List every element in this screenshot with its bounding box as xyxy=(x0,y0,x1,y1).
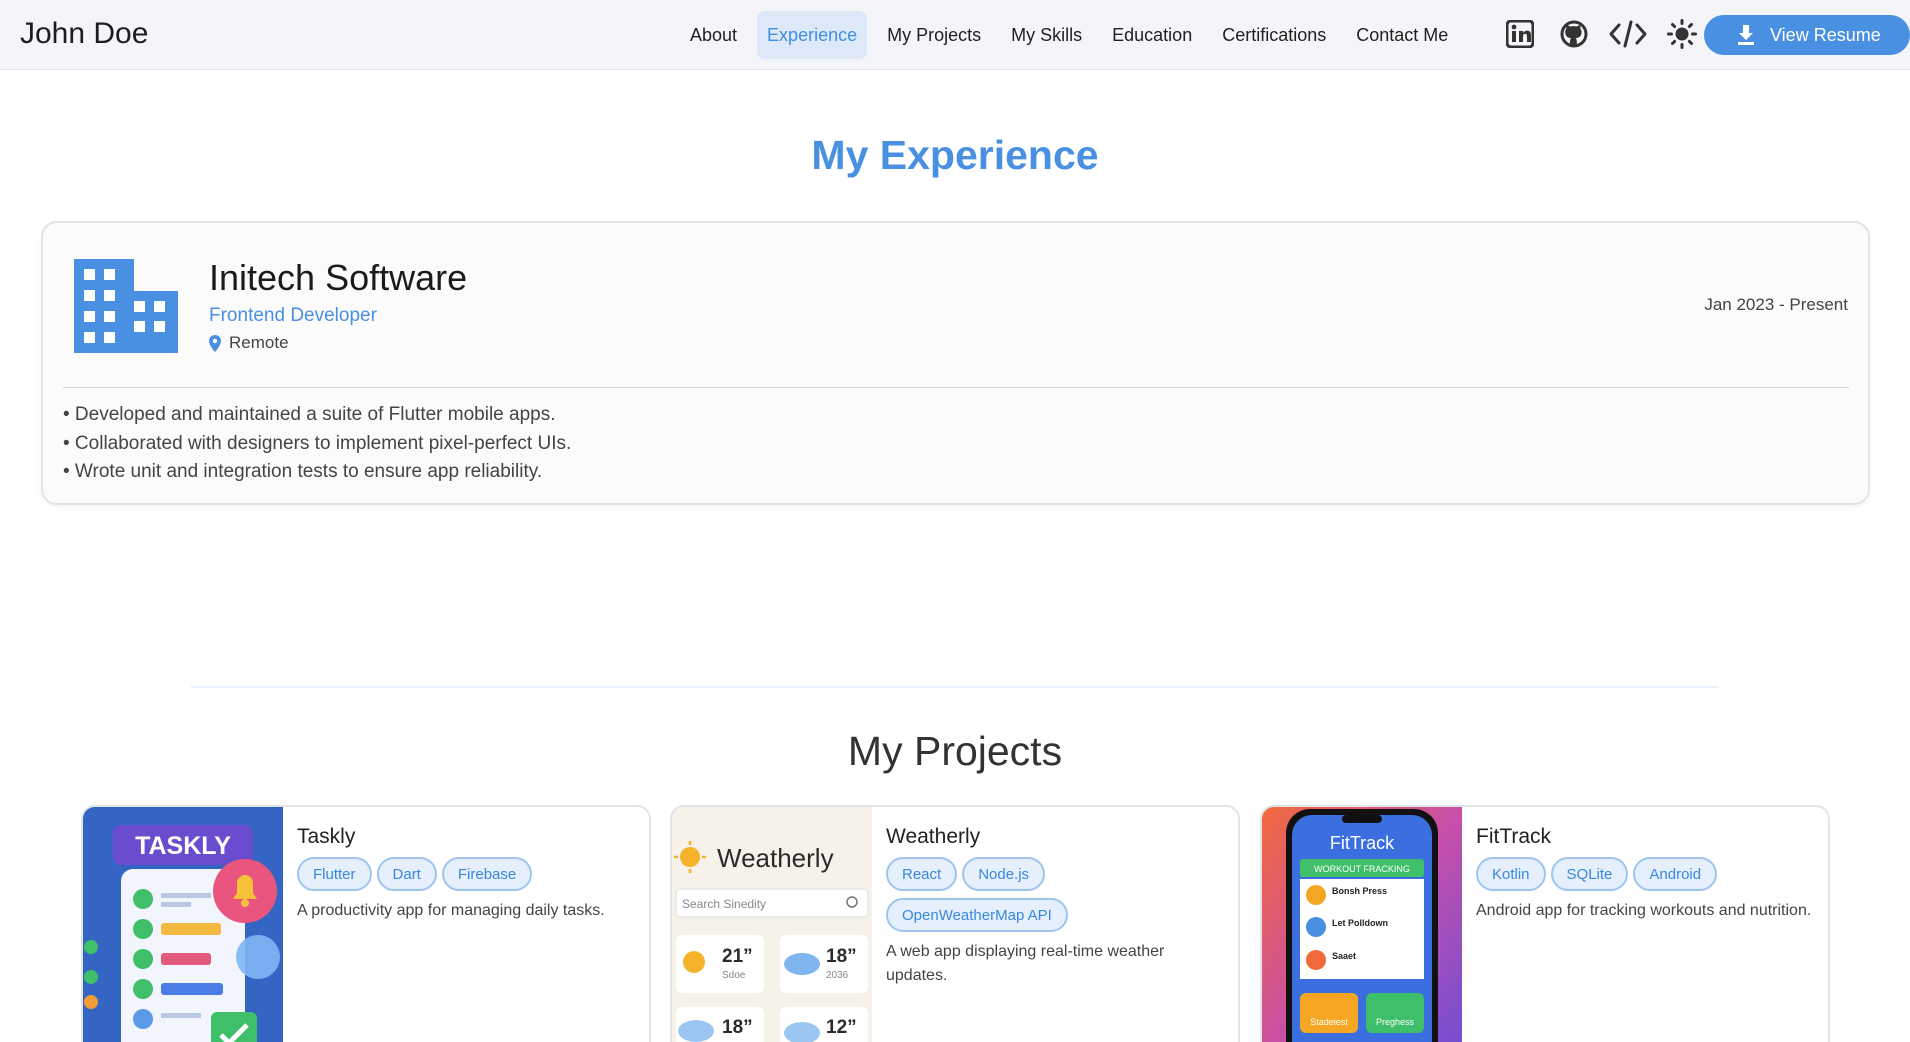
weatherly-thumb-sub: Sdoe xyxy=(722,970,746,981)
tag-android[interactable]: Android xyxy=(1633,857,1718,891)
project-description: A web app displaying real-time weather u… xyxy=(886,943,1165,984)
fittrack-thumb-title: FitTrack xyxy=(1330,833,1395,853)
taskly-thumbnail: TASKLY xyxy=(83,807,283,1042)
fittrack-thumbnail: FitTrack WORKOUT FRACKING Bonsh Press Le… xyxy=(1262,807,1462,1042)
tag-openweathermap-api[interactable]: OpenWeatherMap API xyxy=(886,898,1068,932)
project-card-weatherly[interactable]: Weatherly Search Sinedity 21” Sdoe 18” 2… xyxy=(670,805,1240,1042)
tag-list: Kotlin SQLite Android xyxy=(1476,857,1816,898)
nav-item-my-projects[interactable]: My Projects xyxy=(877,11,991,59)
experience-section-title: My Experience xyxy=(811,132,1099,178)
project-name: Weatherly xyxy=(886,825,981,848)
weatherly-thumb-sub: 2036 xyxy=(826,970,849,981)
job-dates: Jan 2023 - Present xyxy=(1704,295,1848,314)
download-icon xyxy=(1738,25,1754,45)
tag-list: Flutter Dart Firebase xyxy=(297,857,637,898)
sun-icon[interactable] xyxy=(1662,14,1702,54)
bullet-item: • Wrote unit and integration tests to en… xyxy=(63,461,543,482)
location-text: Remote xyxy=(229,333,289,352)
fittrack-thumb-row: Bonsh Press xyxy=(1332,886,1387,896)
tag-react[interactable]: React xyxy=(886,857,958,891)
tag-firebase[interactable]: Firebase xyxy=(441,857,533,891)
nav-menu: About Experience My Projects My Skills E… xyxy=(680,10,1468,60)
taskly-thumb-title: TASKLY xyxy=(135,832,231,860)
linkedin-icon[interactable] xyxy=(1500,14,1540,54)
projects-section-title: My Projects xyxy=(847,728,1063,774)
weatherly-thumbnail: Weatherly Search Sinedity 21” Sdoe 18” 2… xyxy=(672,807,872,1042)
fittrack-thumb-row: Saaet xyxy=(1332,951,1356,961)
bullet-item: • Developed and maintained a suite of Fl… xyxy=(63,404,556,425)
job-location: Remote xyxy=(209,333,289,353)
project-name: FitTrack xyxy=(1476,825,1552,848)
job-role: Frontend Developer xyxy=(209,305,377,326)
company-name: Initech Software xyxy=(209,257,468,298)
nav-item-education[interactable]: Education xyxy=(1102,11,1202,59)
project-name: Taskly xyxy=(297,825,356,848)
nav-item-contact-me[interactable]: Contact Me xyxy=(1346,11,1458,59)
building-icon xyxy=(74,259,178,358)
nav-item-about[interactable]: About xyxy=(680,11,747,59)
divider xyxy=(63,387,1849,388)
nav-icon-group xyxy=(1500,14,1716,54)
tag-kotlin[interactable]: Kotlin xyxy=(1476,857,1546,891)
fittrack-thumb-row: Let Polldown xyxy=(1332,918,1388,928)
nav-item-certifications[interactable]: Certifications xyxy=(1212,11,1336,59)
weatherly-thumb-temp: 21” xyxy=(722,946,753,967)
tag-dart[interactable]: Dart xyxy=(376,857,437,891)
tag-flutter[interactable]: Flutter xyxy=(297,857,372,891)
nav-item-my-skills[interactable]: My Skills xyxy=(1001,11,1092,59)
experience-bullets: • Developed and maintained a suite of Fl… xyxy=(63,401,571,487)
code-icon[interactable] xyxy=(1608,14,1648,54)
fittrack-thumb-button: Stadeiest xyxy=(1310,1017,1348,1027)
tag-nodejs[interactable]: Node.js xyxy=(962,857,1046,891)
project-card-fittrack[interactable]: FitTrack WORKOUT FRACKING Bonsh Press Le… xyxy=(1260,805,1830,1042)
view-resume-label: View Resume xyxy=(1770,24,1881,45)
view-resume-button[interactable]: View Resume xyxy=(1704,15,1910,55)
experience-card: Initech Software Frontend Developer Remo… xyxy=(41,221,1870,505)
weatherly-thumb-temp: 12” xyxy=(826,1017,857,1038)
brand-name[interactable]: John Doe xyxy=(20,17,148,51)
fittrack-thumb-header: WORKOUT FRACKING xyxy=(1314,864,1410,874)
project-card-taskly[interactable]: TASKLY Taskly Flutter Dart Firebase A pr… xyxy=(81,805,651,1042)
tag-list: React Node.js OpenWeatherMap API xyxy=(886,857,1226,939)
project-description: A productivity app for managing daily ta… xyxy=(297,902,605,919)
location-pin-icon xyxy=(209,334,221,352)
top-navbar: John Doe About Experience My Projects My… xyxy=(0,0,1910,70)
tag-sqlite[interactable]: SQLite xyxy=(1550,857,1629,891)
weatherly-thumb-title: Weatherly xyxy=(717,843,834,873)
project-description: Android app for tracking workouts and nu… xyxy=(1476,902,1812,919)
section-divider xyxy=(191,686,1719,688)
fittrack-thumb-button: Preghess xyxy=(1376,1017,1415,1027)
nav-item-experience[interactable]: Experience xyxy=(757,11,868,59)
weatherly-thumb-temp: 18” xyxy=(722,1017,753,1038)
github-icon[interactable] xyxy=(1554,14,1594,54)
bullet-item: • Collaborated with designers to impleme… xyxy=(63,432,572,454)
weatherly-thumb-search: Search Sinedity xyxy=(682,897,766,911)
weatherly-thumb-temp: 18” xyxy=(826,946,857,967)
